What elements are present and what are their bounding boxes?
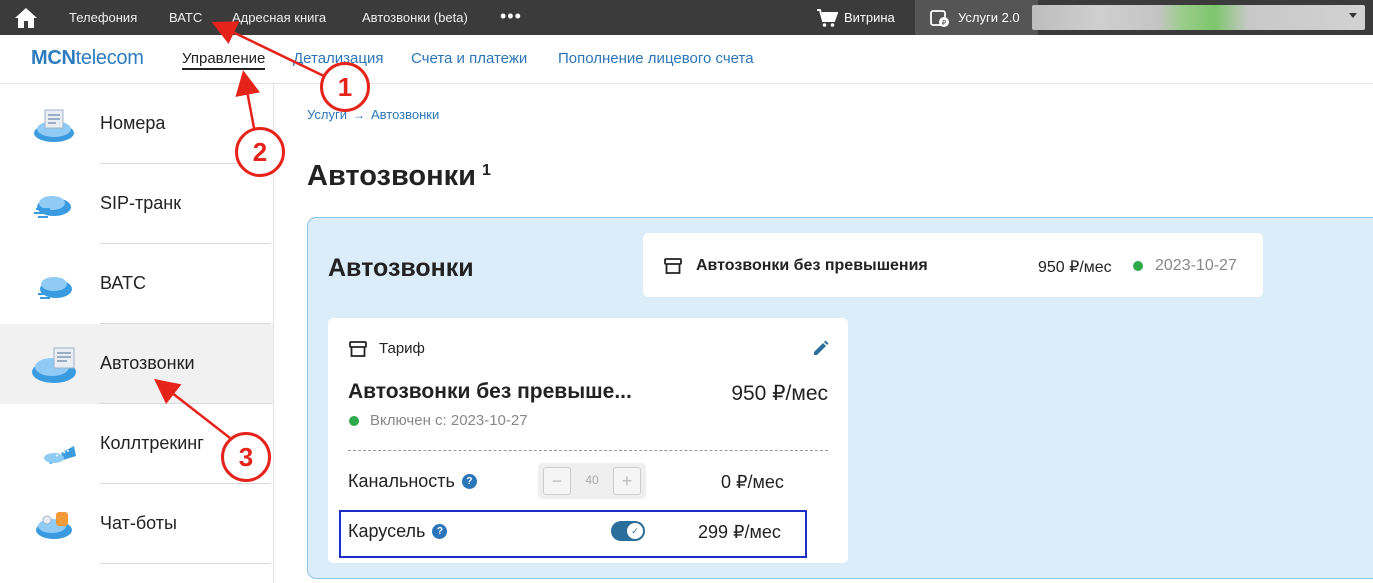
carousel-price: 299 ₽/мес (698, 522, 781, 542)
panel-title: Автозвонки (328, 254, 474, 282)
help-icon[interactable]: ? (432, 524, 448, 539)
minus-button[interactable]: − (543, 467, 571, 495)
topnav-vats[interactable]: ВАТС (169, 0, 202, 35)
annotation-badge-2: 2 (235, 127, 285, 177)
sidebar-item-label: SIP-транк (100, 193, 182, 213)
subnav-invoices[interactable]: Счета и платежи (411, 50, 527, 67)
channels-row: Канальность ? (348, 471, 477, 492)
sidebar-item-sip-trunk[interactable]: SIP-транк (0, 164, 273, 244)
svg-text:₽: ₽ (942, 19, 947, 27)
tariff-since: Включен с: 2023-10-27 (370, 412, 528, 429)
sidebar-item-chatbots[interactable]: Чат-боты (0, 484, 273, 564)
sidebar-item-vats[interactable]: ВАТС (0, 244, 273, 324)
page-title: Автозвонки 1 (307, 160, 491, 192)
carousel-label: Карусель (348, 521, 426, 541)
sidebar-item-autocalls[interactable]: Автозвонки (0, 324, 273, 404)
more-menu-icon[interactable]: ••• (500, 0, 522, 35)
check-icon: ✓ (627, 523, 643, 539)
breadcrumb-current[interactable]: Автозвонки (371, 107, 439, 122)
plus-button[interactable]: + (613, 467, 641, 495)
chatbots-icon (36, 512, 72, 539)
carousel-row: Карусель ? (348, 521, 448, 542)
subnav-management[interactable]: Управление (182, 50, 266, 70)
carousel-toggle[interactable]: ✓ (611, 521, 645, 541)
home-icon[interactable] (0, 0, 52, 35)
services-icon: ₽ (930, 9, 949, 27)
topnav-address-book[interactable]: Адресная книга (232, 0, 326, 35)
sidebar-item-label: Чат-боты (100, 513, 177, 533)
sidebar-item-label: ВАТС (100, 273, 147, 293)
title-superscript: 1 (481, 162, 491, 179)
secondary-nav: MCNtelecom Управление Детализация Счета … (0, 35, 1373, 84)
topnav-telephony[interactable]: Телефония (69, 0, 137, 35)
sidebar-item-label: Номера (100, 113, 166, 133)
sidebar-item-numbers[interactable]: Номера (0, 84, 273, 164)
shop-button[interactable]: Витрина (816, 0, 895, 35)
cart-icon (817, 8, 838, 27)
tariff-price: 950 ₽/мес (731, 382, 828, 405)
numbers-icon (34, 109, 74, 142)
breadcrumb: Услуги → Автозвонки (307, 107, 439, 122)
tariff-label: Тариф (379, 340, 425, 357)
sidebar: Номера SIP-транк ВАТС Автозвонки Коллтре… (0, 84, 274, 583)
services-label: Услуги 2.0 (958, 10, 1020, 25)
divider (348, 450, 828, 451)
channels-label: Канальность (348, 471, 455, 491)
annotation-badge-1: 1 (320, 62, 370, 112)
calltracking-icon (44, 446, 76, 464)
archive-icon (349, 341, 367, 357)
status-dot (349, 416, 359, 426)
summary-price: 950 ₽/мес (1038, 259, 1112, 276)
summary-name: Автозвонки без превышения (696, 257, 928, 274)
sidebar-item-label: Коллтрекинг (100, 433, 204, 453)
channels-value[interactable]: 40 (576, 473, 608, 487)
sidebar-item-label: Автозвонки (100, 353, 195, 373)
top-bar: Телефония ВАТС Адресная книга Автозвонки… (0, 0, 1373, 35)
vats-icon (38, 277, 72, 299)
annotation-badge-3: 3 (221, 432, 271, 482)
sip-trunk-icon (34, 196, 71, 218)
topnav-autocalls[interactable]: Автозвонки (beta) (362, 0, 468, 35)
account-selector[interactable] (1032, 5, 1365, 30)
autocalls-icon (32, 347, 76, 383)
summary-date: 2023-10-27 (1155, 257, 1237, 274)
channels-price: 0 ₽/мес (721, 472, 784, 492)
service-summary[interactable]: Автозвонки без превышения 950 ₽/мес 2023… (643, 233, 1263, 297)
edit-icon[interactable] (812, 339, 830, 357)
services-button[interactable]: ₽ Услуги 2.0 (915, 0, 1038, 35)
help-icon[interactable]: ? (461, 474, 477, 489)
archive-icon (664, 258, 682, 274)
channels-stepper: − 40 + (538, 463, 646, 499)
logo[interactable]: MCNtelecom (31, 47, 144, 70)
status-dot (1133, 261, 1143, 271)
tariff-card: Тариф Автозвонки без превыше... 950 ₽/ме… (328, 318, 848, 563)
subnav-top-up[interactable]: Пополнение лицевого счета (558, 50, 754, 67)
chevron-down-icon (1349, 13, 1357, 18)
tariff-name: Автозвонки без превыше... (348, 380, 632, 403)
shop-label: Витрина (844, 10, 895, 25)
